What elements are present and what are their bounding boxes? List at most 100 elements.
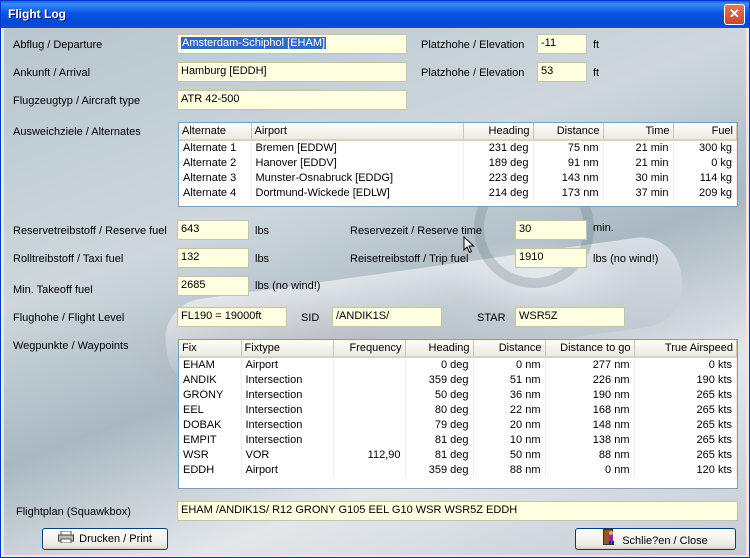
close-button-label: Schlie?en / Close [622,535,708,547]
wp-cell: 226 nm [545,372,635,387]
alt-cell: 21 min [603,155,674,170]
star-label: STAR [477,312,506,324]
wp-cell [333,432,406,447]
wp-col-fix[interactable]: Fix [179,340,242,358]
aircraft-field[interactable]: ATR 42-500 [177,90,407,110]
table-row[interactable]: Alternate 4 Dortmund-Wickede [EDLW] 214 de… [179,185,737,200]
table-row[interactable]: GRONY Intersection 50 deg 36 nm 190 nm 265 kt… [179,387,737,402]
dep-elevation-field[interactable]: -11 [537,34,587,54]
wp-cell: 36 nm [473,387,546,402]
wp-cell: 359 deg [405,462,474,477]
print-button-label: Drucken / Print [79,533,152,545]
flight-level-label: Flughohe / Flight Level [13,312,125,324]
wp-cell: 265 kts [634,387,737,402]
wp-col-heading[interactable]: Heading [405,340,474,358]
wp-cell [333,357,406,372]
alt-col-fuel[interactable]: Fuel [673,123,737,141]
alt-col-heading[interactable]: Heading [463,123,534,141]
wp-col-distance[interactable]: Distance [473,340,546,358]
wp-cell [333,462,406,477]
departure-label: Abflug / Departure [13,39,103,51]
arr-elevation-unit: ft [593,67,600,79]
waypoints-header-row: Fix Fixtype Frequency Heading Distance D… [179,340,737,358]
alt-cell: 114 kg [673,170,737,185]
alt-cell: Alternate 3 [179,170,252,185]
print-button[interactable]: Drucken / Print [42,528,168,550]
flightplan-label: Flightplan (Squawkbox) [16,506,131,518]
wp-cell: 138 nm [545,432,635,447]
arrival-field[interactable]: Hamburg [EDDH] [177,62,407,82]
table-row[interactable]: ANDIK Intersection 359 deg 51 nm 226 nm 190 k… [179,372,737,387]
arr-elevation-label: Platzhohe / Elevation [421,67,525,79]
alternates-table[interactable]: Alternate Airport Heading Distance Time … [178,122,738,207]
waypoints-table[interactable]: Fix Fixtype Frequency Heading Distance D… [178,339,738,489]
alt-col-alternate[interactable]: Alternate [179,123,252,141]
reserve-fuel-label: Reservetreibstoff / Reserve fuel [13,225,167,237]
alternates-header-row: Alternate Airport Heading Distance Time … [179,123,737,141]
wp-cell [333,417,406,432]
wp-cell: Airport [241,357,334,372]
wp-cell [333,387,406,402]
alt-col-time[interactable]: Time [603,123,674,141]
sid-field[interactable]: /ANDIK1S/ [332,307,442,327]
alt-cell: Alternate 2 [179,155,252,170]
wp-col-distance-to-go[interactable]: Distance to go [545,340,635,358]
departure-field[interactable]: Amsterdam-Schiphol [EHAM] [177,34,407,54]
alt-col-distance[interactable]: Distance [533,123,604,141]
wp-cell: 265 kts [634,417,737,432]
alt-cell: Hanover [EDDV] [251,155,464,170]
wp-cell: 88 nm [473,462,546,477]
reserve-time-field[interactable]: 30 [515,220,587,240]
alt-cell: Bremen [EDDW] [251,140,464,155]
dep-elevation-label: Platzhohe / Elevation [421,39,525,51]
wp-cell: EDDH [179,462,242,477]
wp-cell: 88 nm [545,447,635,462]
min-takeoff-fuel-field[interactable]: 2685 [177,276,249,296]
wp-cell: ANDIK [179,372,242,387]
alt-cell: 30 min [603,170,674,185]
wp-cell: 120 kts [634,462,737,477]
wp-col-frequency[interactable]: Frequency [333,340,406,358]
table-row[interactable]: Alternate 2 Hanover [EDDV] 189 deg 91 nm 21 … [179,155,737,170]
table-row[interactable]: EDDH Airport 359 deg 88 nm 0 nm 120 kts [179,462,737,477]
close-button[interactable]: Schlie?en / Close [575,528,736,550]
table-row[interactable]: DOBAK Intersection 79 deg 20 nm 148 nm 265 kt… [179,417,737,432]
wp-cell: EHAM [179,357,242,372]
arrival-label: Ankunft / Arrival [13,67,91,79]
table-row[interactable]: EEL Intersection 80 deg 22 nm 168 nm 265 kts [179,402,737,417]
reserve-fuel-field[interactable]: 643 [177,220,249,240]
wp-cell: 81 deg [405,432,474,447]
table-row[interactable]: Alternate 3 Munster-Osnabruck [EDDG] 223 d… [179,170,737,185]
flight-level-field[interactable]: FL190 = 19000ft [177,307,287,327]
waypoints-label: Wegpunkte / Waypoints [13,340,129,352]
wp-cell: 0 deg [405,357,474,372]
flight-log-window: Flight Log ✕ Abflug / Departure Amsterda… [0,0,750,558]
wp-cell: 168 nm [545,402,635,417]
wp-col-fixtype[interactable]: Fixtype [241,340,334,358]
arr-elevation-field[interactable]: 53 [537,62,587,82]
wp-cell: 0 nm [473,357,546,372]
dep-elevation-unit: ft [593,39,600,51]
alt-col-airport[interactable]: Airport [251,123,464,141]
table-row[interactable]: EMPIT Intersection 81 deg 10 nm 138 nm 265 kt… [179,432,737,447]
window-close-button[interactable]: ✕ [724,4,745,25]
alt-cell: 209 kg [673,185,737,200]
table-row[interactable]: EHAM Airport 0 deg 0 nm 277 nm 0 kts [179,357,737,372]
wp-cell: 10 nm [473,432,546,447]
flightplan-field[interactable]: EHAM /ANDIK1S/ R12 GRONY G105 EEL G10 WS… [177,501,738,521]
star-field[interactable]: WSR5Z [515,307,625,327]
alt-cell: 173 nm [533,185,604,200]
table-row[interactable]: Alternate 1 Bremen [EDDW] 231 deg 75 nm 21 m… [179,140,737,155]
wp-cell: 148 nm [545,417,635,432]
wp-cell: Airport [241,462,334,477]
wp-col-true-airspeed[interactable]: True Airspeed [634,340,737,358]
table-row[interactable]: WSR VOR 112,90 81 deg 50 nm 88 nm 265 kts [179,447,737,462]
trip-fuel-field[interactable]: 1910 [515,248,587,268]
wp-cell: 79 deg [405,417,474,432]
taxi-fuel-field[interactable]: 132 [177,248,249,268]
door-exit-icon [603,529,617,552]
alt-cell: 189 deg [463,155,534,170]
title-bar[interactable]: Flight Log ✕ [1,1,749,28]
wp-cell: 81 deg [405,447,474,462]
alt-cell: Alternate 4 [179,185,252,200]
